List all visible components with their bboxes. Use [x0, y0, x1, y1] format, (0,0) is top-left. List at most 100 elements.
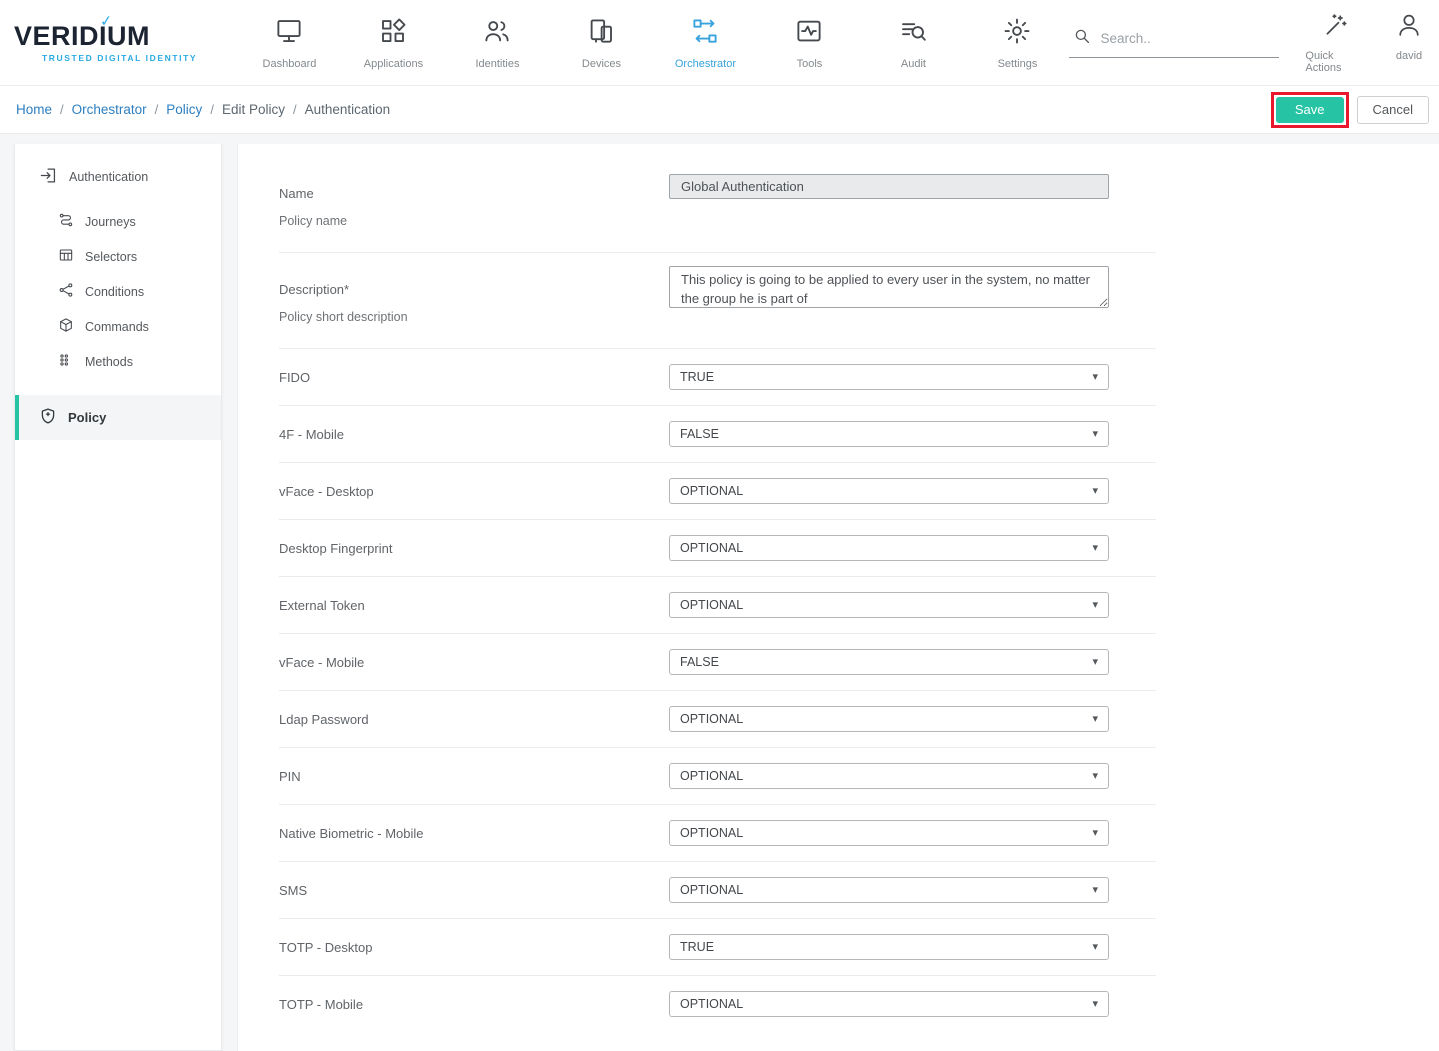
name-sublabel: Policy name — [279, 214, 669, 228]
select-value: OPTIONAL — [680, 712, 743, 726]
logo-tagline: TRUSTED DIGITAL IDENTITY — [14, 53, 207, 63]
chevron-down-icon: ▾ — [1092, 486, 1098, 497]
sidebar-item-journeys[interactable]: Journeys — [15, 204, 221, 239]
pulse-box-icon — [794, 16, 824, 51]
native-biometric-mobile-select[interactable]: OPTIONAL ▾ — [669, 820, 1109, 846]
policy-name-input[interactable] — [669, 174, 1109, 199]
sidebar-item-commands[interactable]: Commands — [15, 309, 221, 344]
quick-actions-button[interactable]: Quick Actions — [1305, 11, 1365, 74]
logo-title: VERIDIUM ✓ — [14, 23, 207, 50]
save-highlight-annotation: Save — [1271, 92, 1349, 128]
sms-select[interactable]: OPTIONAL ▾ — [669, 877, 1109, 903]
content-area: Authentication Journeys Selectors Condit… — [0, 134, 1439, 1051]
totp-mobile-select[interactable]: OPTIONAL ▾ — [669, 991, 1109, 1017]
select-value: OPTIONAL — [680, 484, 743, 498]
native-biometric-mobile-label: Native Biometric - Mobile — [279, 826, 669, 841]
sms-label: SMS — [279, 883, 669, 898]
shield-icon — [39, 407, 57, 428]
sidebar-item-selectors[interactable]: Selectors — [15, 239, 221, 274]
fido-select[interactable]: TRUE ▾ — [669, 364, 1109, 390]
pin-select[interactable]: OPTIONAL ▾ — [669, 763, 1109, 789]
vface-mobile-select[interactable]: FALSE ▾ — [669, 649, 1109, 675]
breadcrumb-home[interactable]: Home — [16, 102, 52, 117]
sidebar-item-label: Methods — [85, 355, 133, 369]
chevron-down-icon: ▾ — [1092, 657, 1098, 668]
sidebar: Authentication Journeys Selectors Condit… — [14, 144, 222, 1051]
fido-label: FIDO — [279, 370, 669, 385]
select-value: OPTIONAL — [680, 769, 743, 783]
user-menu[interactable]: david — [1395, 11, 1423, 74]
chevron-down-icon: ▾ — [1092, 543, 1098, 554]
description-sublabel: Policy short description — [279, 310, 669, 324]
cancel-button[interactable]: Cancel — [1357, 96, 1429, 124]
form-row-external-token: External Token OPTIONAL ▾ — [279, 577, 1156, 634]
sidebar-item-policy[interactable]: Policy — [15, 395, 221, 440]
magic-wand-icon — [1321, 11, 1349, 44]
chevron-down-icon: ▾ — [1092, 828, 1098, 839]
nav-label: Dashboard — [263, 58, 317, 70]
nav-label: Applications — [364, 58, 423, 70]
dots-icon — [58, 352, 74, 371]
global-search — [1069, 27, 1279, 58]
save-button[interactable]: Save — [1276, 97, 1344, 123]
select-value: FALSE — [680, 427, 719, 441]
chevron-down-icon: ▾ — [1092, 771, 1098, 782]
sidebar-item-methods[interactable]: Methods — [15, 344, 221, 379]
breadcrumb-orchestrator[interactable]: Orchestrator — [72, 102, 147, 117]
desktop-fingerprint-label: Desktop Fingerprint — [279, 541, 669, 556]
action-label: Quick Actions — [1305, 50, 1365, 74]
cube-icon — [58, 317, 74, 336]
grid-icon — [378, 16, 408, 51]
sidebar-item-label: Conditions — [85, 285, 144, 299]
totp-desktop-select[interactable]: TRUE ▾ — [669, 934, 1109, 960]
nav-settings[interactable]: Settings — [965, 16, 1069, 70]
sidebar-item-label: Journeys — [85, 215, 136, 229]
chevron-down-icon: ▾ — [1092, 372, 1098, 383]
description-label: Description* — [279, 282, 669, 297]
select-value: OPTIONAL — [680, 598, 743, 612]
nav-label: Audit — [901, 58, 926, 70]
chevron-down-icon: ▾ — [1092, 999, 1098, 1010]
top-bar: VERIDIUM ✓ TRUSTED DIGITAL IDENTITY Dash… — [0, 0, 1439, 86]
nav-orchestrator[interactable]: Orchestrator — [653, 16, 757, 70]
branch-icon — [58, 282, 74, 301]
nav-identities[interactable]: Identities — [445, 16, 549, 70]
form-row-desktop-fingerprint: Desktop Fingerprint OPTIONAL ▾ — [279, 520, 1156, 577]
form-row-ldap-password: Ldap Password OPTIONAL ▾ — [279, 691, 1156, 748]
select-value: OPTIONAL — [680, 883, 743, 897]
sidebar-item-conditions[interactable]: Conditions — [15, 274, 221, 309]
veridium-logo[interactable]: VERIDIUM ✓ TRUSTED DIGITAL IDENTITY — [14, 23, 207, 63]
breadcrumb-policy[interactable]: Policy — [166, 102, 202, 117]
users-icon — [482, 16, 512, 51]
form-row-pin: PIN OPTIONAL ▾ — [279, 748, 1156, 805]
nav-devices[interactable]: Devices — [549, 16, 653, 70]
policy-form: Name Policy name Description* Policy sho… — [237, 144, 1439, 1051]
policy-description-textarea[interactable]: This policy is going to be applied to ev… — [669, 266, 1109, 308]
field-labels: Description* Policy short description — [279, 266, 669, 324]
external-token-select[interactable]: OPTIONAL ▾ — [669, 592, 1109, 618]
sidebar-item-label: Selectors — [85, 250, 137, 264]
devices-icon — [586, 16, 616, 51]
page-actions: Save Cancel — [1271, 92, 1429, 128]
nav-applications[interactable]: Applications — [341, 16, 445, 70]
desktop-fingerprint-select[interactable]: OPTIONAL ▾ — [669, 535, 1109, 561]
nav-dashboard[interactable]: Dashboard — [237, 16, 341, 70]
nav-audit[interactable]: Audit — [861, 16, 965, 70]
nav-tools[interactable]: Tools — [757, 16, 861, 70]
sidebar-item-label: Commands — [85, 320, 149, 334]
main-navigation: Dashboard Applications Identities Device… — [237, 16, 1069, 70]
4f-mobile-select[interactable]: FALSE ▾ — [669, 421, 1109, 447]
totp-mobile-label: TOTP - Mobile — [279, 997, 669, 1012]
search-input[interactable] — [1100, 31, 1260, 46]
logo-check-icon: ✓ — [99, 13, 113, 29]
breadcrumb-separator: / — [293, 102, 297, 117]
select-value: TRUE — [680, 940, 714, 954]
select-value: OPTIONAL — [680, 826, 743, 840]
vface-desktop-select[interactable]: OPTIONAL ▾ — [669, 478, 1109, 504]
list-search-icon — [898, 16, 928, 51]
vface-mobile-label: vFace - Mobile — [279, 655, 669, 670]
route-icon — [58, 212, 74, 231]
field-labels: Name Policy name — [279, 174, 669, 228]
sidebar-section-authentication[interactable]: Authentication — [15, 158, 221, 204]
ldap-password-select[interactable]: OPTIONAL ▾ — [669, 706, 1109, 732]
